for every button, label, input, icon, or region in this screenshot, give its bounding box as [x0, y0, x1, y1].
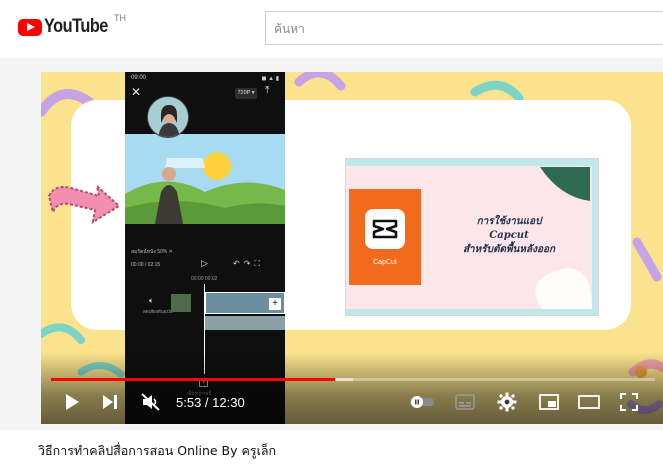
slide-band-top — [346, 159, 598, 166]
controls-gradient — [41, 352, 663, 424]
autoplay-toggle[interactable] — [407, 390, 437, 414]
fullscreen-button[interactable] — [617, 390, 641, 414]
masthead: YouTube TH — [0, 0, 663, 58]
search-box[interactable] — [265, 11, 663, 45]
capcut-app-name: CapCut — [373, 259, 397, 266]
progress-bar[interactable] — [51, 378, 655, 381]
next-button[interactable] — [99, 390, 121, 414]
miniplayer-icon — [539, 394, 559, 410]
phone-edit-tools-icon: ↶↷⛶ — [233, 259, 265, 268]
blob-decoration — [535, 268, 592, 309]
logo-text: YouTube — [44, 16, 108, 37]
audio-label: ลดเสียงต้นฉบับ — [143, 309, 173, 314]
leaf-decoration — [540, 167, 590, 201]
settings-button[interactable] — [495, 390, 519, 414]
settings-icon — [497, 392, 517, 412]
autoplay-toggle-icon — [410, 396, 434, 408]
play-button[interactable] — [61, 390, 83, 414]
phone-timecode: 00:00 / 02:15 — [131, 262, 161, 268]
theater-icon — [578, 395, 600, 409]
subtitles-button[interactable] — [453, 390, 477, 414]
timeline-ruler-text: 00:00 00:02 — [191, 276, 218, 282]
slide-title: การใช้งานแอป Capcut สำหรับตัดพื้นหลังออก — [434, 215, 584, 257]
fullscreen-icon — [620, 393, 638, 411]
export-icon: ⤒ — [265, 85, 270, 96]
phone-play-icon: ▷ — [201, 258, 208, 268]
timeline-ruler: 00:00 00:02 — [125, 276, 285, 284]
video-title[interactable]: วิธีการทำคลิปสื่อการสอน Online By ครูเล็… — [38, 441, 276, 461]
play-icon — [66, 394, 79, 410]
resolution-badge: 720P ▾ — [235, 88, 257, 99]
phone-preview — [125, 134, 285, 224]
capcut-card: CapCut — [349, 189, 421, 285]
theater-mode-button[interactable] — [577, 390, 601, 414]
youtube-logo[interactable]: YouTube TH — [18, 13, 126, 38]
country-code: TH — [114, 13, 126, 23]
avatar — [147, 96, 189, 138]
phone-status-time: 09:00 — [131, 75, 147, 81]
clip-thumbnail — [171, 294, 191, 312]
duration: 12:30 — [212, 395, 245, 410]
add-clip-icon: + — [269, 298, 281, 310]
time-separator: / — [201, 395, 213, 410]
slide-title-line: การใช้งานแอป — [476, 216, 542, 227]
speaker-icon: 🔈︎ — [149, 296, 154, 305]
mute-icon — [141, 393, 160, 411]
timeline-clip — [205, 316, 285, 330]
mute-button[interactable] — [139, 390, 163, 414]
phone-status-icons: ◼ ▲ ▮ — [261, 76, 279, 82]
miniplayer-button[interactable] — [537, 390, 561, 414]
landscape-illustration — [125, 134, 285, 224]
close-icon: ✕ — [131, 85, 142, 99]
arrow-icon — [47, 183, 121, 225]
time-display: 5:53 / 12:30 — [176, 395, 245, 410]
progress-played — [51, 378, 335, 381]
youtube-play-icon — [18, 18, 42, 36]
phone-caption: สมรัตน์หนัง 50% ✕ — [131, 249, 173, 255]
presentation-slide: CapCut การใช้งานแอป Capcut สำหรับตัดพื้น… — [345, 158, 599, 316]
slide-band-bottom — [346, 309, 598, 315]
slide-title-line: สำหรับตัดพื้นหลังออก — [462, 244, 556, 255]
video-player[interactable]: CapCut การใช้งานแอป Capcut สำหรับตัดพื้น… — [41, 72, 663, 424]
next-icon — [103, 395, 117, 409]
current-time: 5:53 — [176, 395, 202, 410]
slide-title-line: Capcut — [489, 230, 529, 241]
capcut-logo-icon — [365, 209, 405, 249]
subtitles-icon — [455, 394, 475, 410]
search-input[interactable] — [274, 20, 654, 38]
slide-band-right — [592, 159, 598, 315]
